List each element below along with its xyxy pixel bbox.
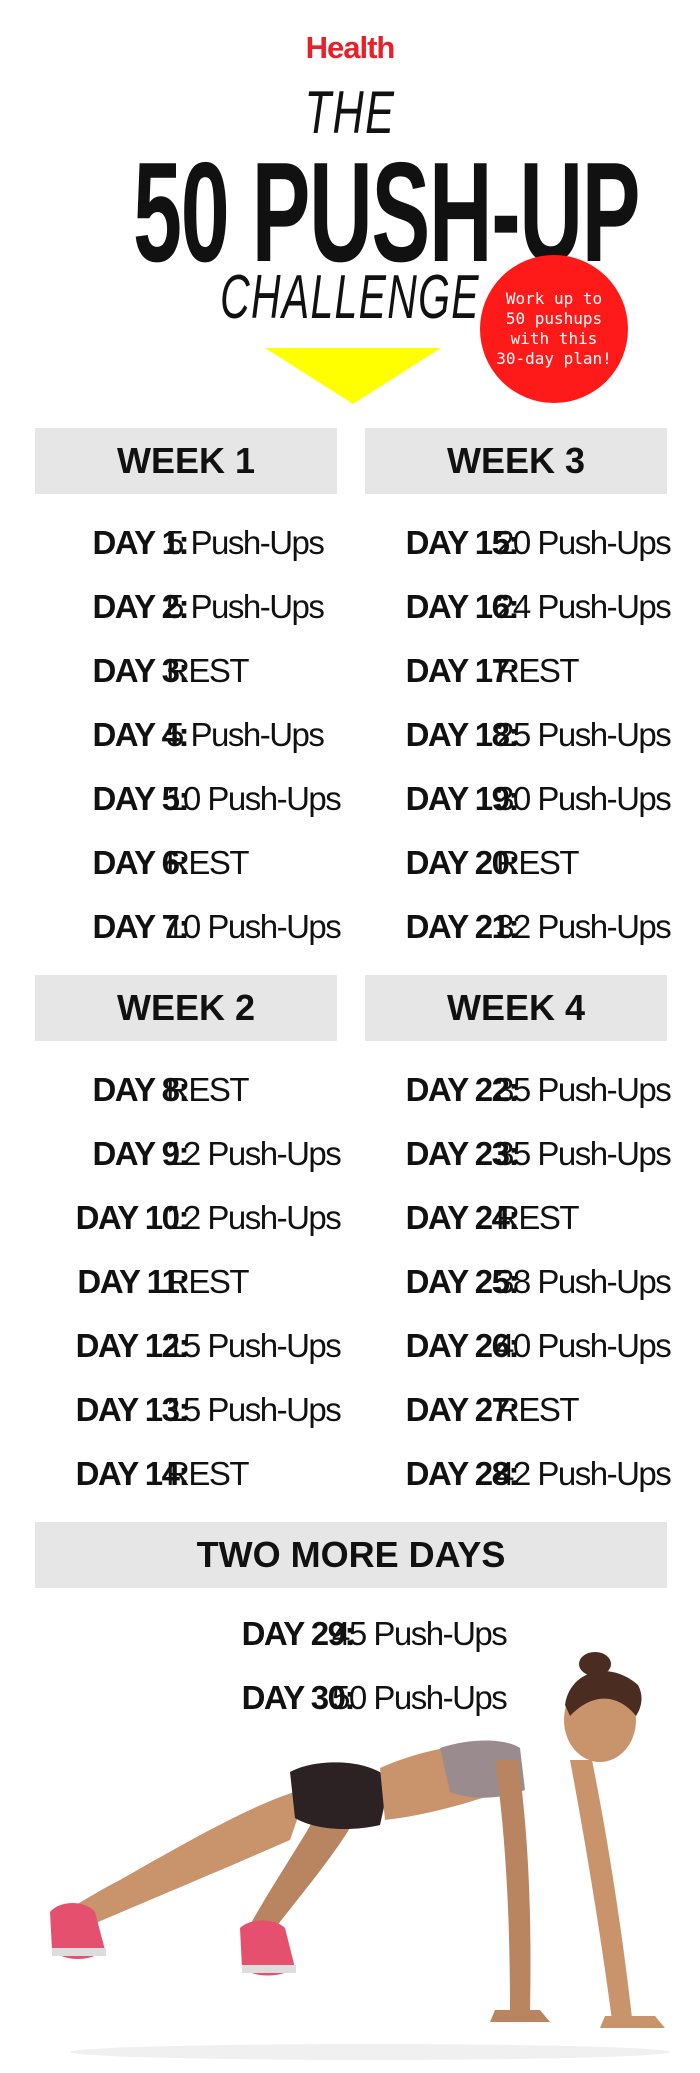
list-item: DAY 3: REST: [35, 639, 337, 703]
promo-badge: Work up to 50 pushups with this 30-day p…: [480, 255, 628, 403]
week-2-list: DAY 8: REST DAY 9: 12 Push-Ups DAY 10: 12 P…: [35, 1058, 342, 1506]
list-item: DAY 16: 24 Push-Ups: [365, 575, 672, 639]
day-value: 35 Push-Ups: [496, 1135, 672, 1172]
extra-days-header: TWO MORE DAYS: [35, 1522, 667, 1588]
list-item: DAY 27: REST: [365, 1378, 667, 1442]
list-item: DAY 8: REST: [35, 1058, 337, 1122]
list-item: DAY 26: 40 Push-Ups: [365, 1314, 672, 1378]
list-item: DAY 21: 32 Push-Ups: [365, 895, 672, 959]
day-value: 5 Push-Ups: [166, 716, 325, 753]
day-value: 35 Push-Ups: [496, 1071, 672, 1108]
week-2-header: WEEK 2: [35, 975, 337, 1041]
day-value: 10 Push-Ups: [166, 780, 342, 817]
list-item: DAY 14: REST: [35, 1442, 337, 1506]
list-item: DAY 4: 5 Push-Ups: [35, 703, 337, 767]
day-value: 25 Push-Ups: [496, 716, 672, 753]
down-arrow-icon: [265, 348, 441, 404]
list-item: DAY 20: REST: [365, 831, 667, 895]
list-item: DAY 2: 5 Push-Ups: [35, 575, 337, 639]
day-value: REST: [496, 1199, 580, 1236]
list-item: DAY 13: 15 Push-Ups: [35, 1378, 342, 1442]
day-value: 5 Push-Ups: [166, 524, 325, 561]
list-item: DAY 19: 30 Push-Ups: [365, 767, 672, 831]
list-item: DAY 17: REST: [365, 639, 667, 703]
woman-pushup-illustration: [50, 1652, 670, 2060]
day-value: REST: [496, 1391, 580, 1428]
day-value: REST: [166, 1455, 250, 1492]
brand-logo: Health: [305, 30, 396, 65]
list-item: DAY 18: 25 Push-Ups: [365, 703, 672, 767]
day-value: 24 Push-Ups: [496, 588, 672, 625]
day-value: REST: [166, 1263, 250, 1300]
day-value: 38 Push-Ups: [496, 1263, 672, 1300]
week-4-header: WEEK 4: [365, 975, 667, 1041]
day-value: 5 Push-Ups: [166, 588, 325, 625]
day-value: REST: [496, 652, 580, 689]
list-item: DAY 1: 5 Push-Ups: [35, 511, 337, 575]
day-value: REST: [166, 652, 250, 689]
list-item: DAY 5: 10 Push-Ups: [35, 767, 342, 831]
list-item: DAY 22: 35 Push-Ups: [365, 1058, 672, 1122]
day-value: 30 Push-Ups: [496, 780, 672, 817]
week-3-header: WEEK 3: [365, 428, 667, 494]
day-value: 15 Push-Ups: [166, 1391, 342, 1428]
list-item: DAY 24: REST: [365, 1186, 667, 1250]
list-item: DAY 6: REST: [35, 831, 337, 895]
list-item: DAY 7: 10 Push-Ups: [35, 895, 342, 959]
day-value: 12 Push-Ups: [166, 1199, 342, 1236]
list-item: DAY 11: REST: [35, 1250, 337, 1314]
list-item: DAY 23: 35 Push-Ups: [365, 1122, 672, 1186]
day-value: 10 Push-Ups: [166, 908, 342, 945]
day-value: 40 Push-Ups: [496, 1327, 672, 1364]
day-value: REST: [496, 844, 580, 881]
day-value: 42 Push-Ups: [496, 1455, 672, 1492]
day-value: REST: [166, 1071, 250, 1108]
list-item: DAY 9: 12 Push-Ups: [35, 1122, 342, 1186]
day-value: 32 Push-Ups: [496, 908, 672, 945]
list-item: DAY 12: 15 Push-Ups: [35, 1314, 342, 1378]
week-1-header: WEEK 1: [35, 428, 337, 494]
list-item: DAY 10: 12 Push-Ups: [35, 1186, 342, 1250]
promo-badge-text: Work up to 50 pushups with this 30-day p…: [496, 289, 612, 368]
day-value: 20 Push-Ups: [496, 524, 672, 561]
list-item: DAY 15: 20 Push-Ups: [365, 511, 672, 575]
week-4-list: DAY 22: 35 Push-Ups DAY 23: 35 Push-Ups DA…: [365, 1058, 672, 1506]
list-item: DAY 25: 38 Push-Ups: [365, 1250, 672, 1314]
day-value: 12 Push-Ups: [166, 1135, 342, 1172]
week-3-list: DAY 15: 20 Push-Ups DAY 16: 24 Push-Ups DA…: [365, 511, 672, 959]
day-value: REST: [166, 844, 250, 881]
list-item: DAY 28: 42 Push-Ups: [365, 1442, 672, 1506]
day-value: 15 Push-Ups: [166, 1327, 342, 1364]
week-1-list: DAY 1: 5 Push-Ups DAY 2: 5 Push-Ups DAY 3:…: [35, 511, 342, 959]
